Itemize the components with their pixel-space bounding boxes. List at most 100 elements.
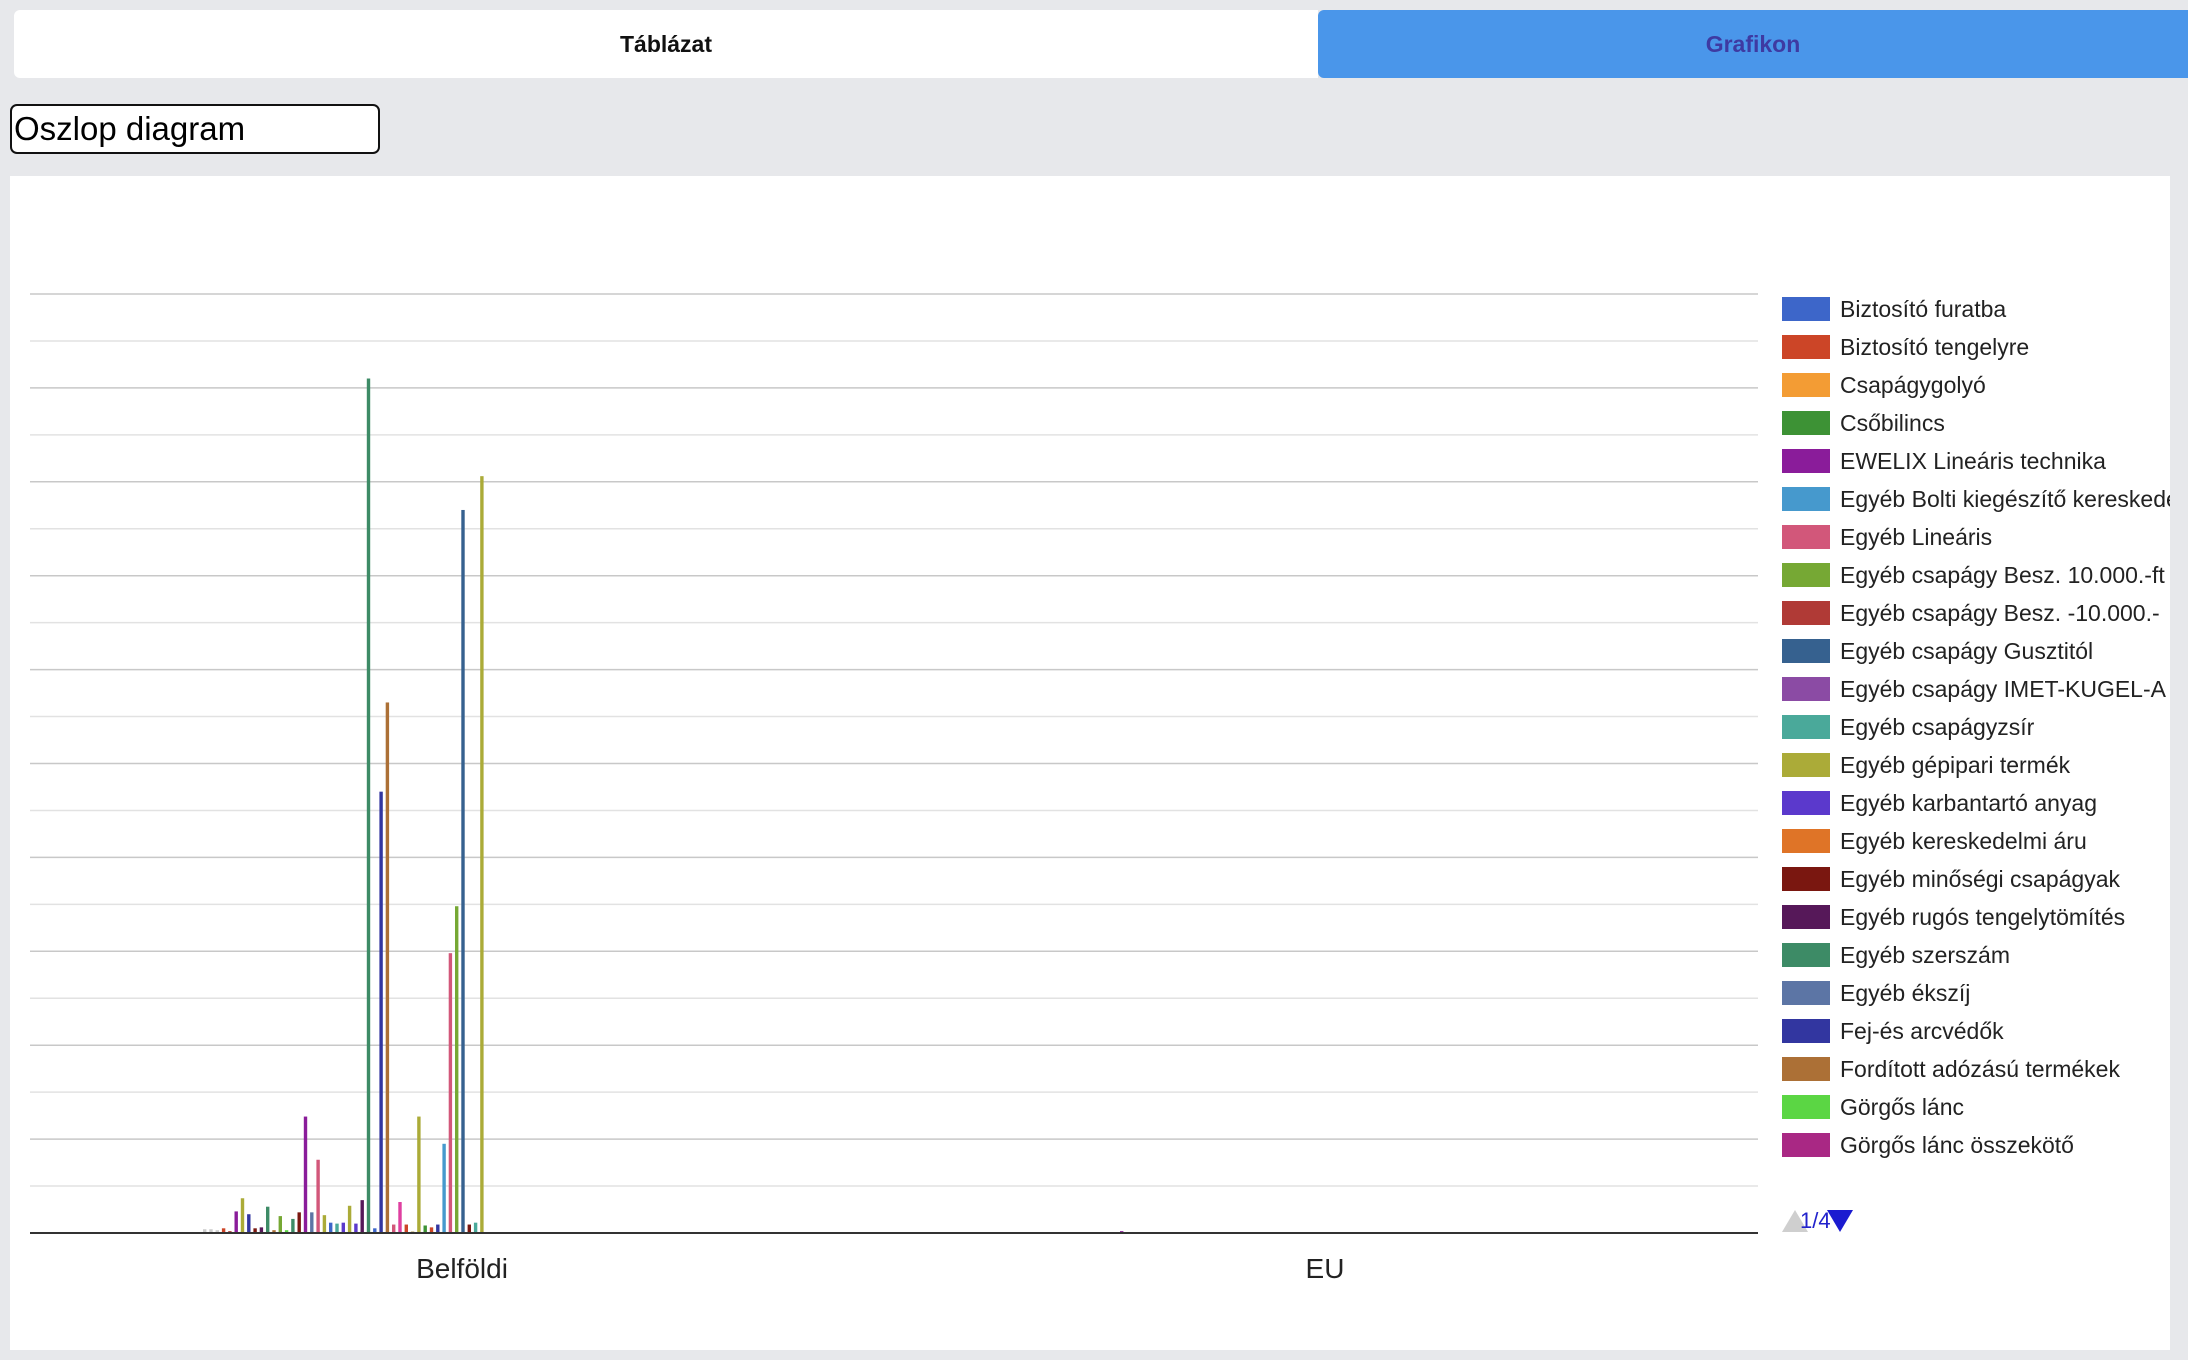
tab-chart[interactable]: Grafikon <box>1318 10 2188 78</box>
bar <box>448 953 453 1233</box>
bar <box>379 791 383 1233</box>
legend-label: EWELIX Lineáris technika <box>1840 447 2106 474</box>
legend-label: Egyéb ékszíj <box>1840 979 1971 1006</box>
legend-pager: 1/4 <box>1782 1206 1853 1236</box>
legend-label: Egyéb csapágy Besz. 10.000.-ft <box>1840 561 2165 588</box>
bar <box>316 1159 320 1233</box>
x-tick-label: EU <box>1306 1253 1345 1284</box>
bar <box>291 1218 295 1233</box>
bar <box>366 378 371 1233</box>
legend-item[interactable]: Egyéb gépipari termék <box>1782 746 2070 784</box>
legend-label: Biztosító furatba <box>1840 295 2007 322</box>
legend-swatch <box>1782 1019 1830 1043</box>
bar <box>341 1222 345 1233</box>
bar <box>461 509 465 1234</box>
bar <box>347 1205 352 1233</box>
bar <box>467 1224 471 1233</box>
bar <box>303 1116 308 1233</box>
legend-swatch <box>1782 411 1830 435</box>
legend-item[interactable]: Fordított adózású termékek <box>1782 1050 2120 1088</box>
bar <box>322 1215 327 1233</box>
legend-item[interactable]: Görgős lánc összekötő <box>1782 1126 2074 1164</box>
legend-item[interactable]: Egyéb kereskedelmi áru <box>1782 822 2087 860</box>
bar <box>240 1198 245 1233</box>
legend-label: Egyéb minőségi csapágyak <box>1840 865 2120 892</box>
legend-label: Fordított adózású termékek <box>1840 1055 2120 1082</box>
legend-label: Görgős lánc <box>1840 1093 1965 1120</box>
legend-swatch <box>1782 487 1830 511</box>
legend-swatch <box>1782 1133 1830 1157</box>
legend-label: Csapágygolyó <box>1840 371 1986 398</box>
bar <box>329 1222 333 1233</box>
legend-item[interactable]: Csapágygolyó <box>1782 366 1986 404</box>
legend-label: Egyéb Lineáris <box>1840 523 1993 550</box>
legend-label: Fej-és arcvédők <box>1840 1017 2004 1044</box>
legend-item[interactable]: Egyéb karbantartó anyag <box>1782 784 2097 822</box>
legend-swatch <box>1782 563 1830 587</box>
bar <box>278 1216 282 1233</box>
legend-swatch <box>1782 1095 1830 1119</box>
legend-item[interactable]: Biztosító furatba <box>1782 290 2006 328</box>
legend-label: Egyéb kereskedelmi áru <box>1840 827 2087 854</box>
legend-label: Egyéb karbantartó anyag <box>1840 789 2098 816</box>
legend-swatch <box>1782 715 1830 739</box>
legend-swatch <box>1782 677 1830 701</box>
legend-item[interactable]: Görgős lánc <box>1782 1088 1964 1126</box>
legend-item[interactable]: Egyéb csapágy Besz. 10.000.-ft <box>1782 556 2165 594</box>
legend-swatch <box>1782 525 1830 549</box>
bar <box>392 1224 396 1233</box>
legend-item[interactable]: Egyéb csapágy Besz. -10.000.- <box>1782 594 2160 632</box>
bar <box>266 1206 270 1233</box>
bar <box>436 1224 440 1233</box>
bar <box>335 1223 339 1233</box>
legend-item[interactable]: Egyéb ékszíj <box>1782 974 1970 1012</box>
legend-swatch <box>1782 373 1830 397</box>
legend-swatch <box>1782 829 1830 853</box>
bar <box>360 1200 364 1233</box>
legend-item[interactable]: Egyéb csapágyzsír <box>1782 708 2034 746</box>
tab-table[interactable]: Táblázat <box>14 10 1318 78</box>
legend-swatch <box>1782 753 1830 777</box>
chart-type-select[interactable]: Oszlop diagram <box>10 104 380 154</box>
legend-swatch <box>1782 981 1830 1005</box>
view-tabs: Táblázat Grafikon <box>14 10 2188 78</box>
bar <box>442 1143 446 1233</box>
legend-item[interactable]: Biztosító tengelyre <box>1782 328 2029 366</box>
legend-swatch <box>1782 791 1830 815</box>
legend-item[interactable]: Egyéb csapágy Gusztitól <box>1782 632 2093 670</box>
legend-label: Csőbilincs <box>1840 409 1945 436</box>
bar <box>234 1211 238 1233</box>
legend-label: Egyéb csapágyzsír <box>1840 713 2035 740</box>
bar <box>480 476 484 1233</box>
legend-label: Görgős lánc összekötő <box>1840 1131 2074 1158</box>
legend-label: Biztosító tengelyre <box>1840 333 2030 360</box>
legend-swatch <box>1782 1057 1830 1081</box>
legend-item[interactable]: Egyéb szerszám <box>1782 936 2010 974</box>
bar <box>417 1116 421 1233</box>
legend-swatch <box>1782 449 1830 473</box>
legend-item[interactable]: Egyéb rugós tengelytömítés <box>1782 898 2125 936</box>
legend-swatch <box>1782 297 1830 321</box>
legend-page-indicator: 1/4 <box>1800 1208 1831 1233</box>
bar <box>404 1224 408 1233</box>
legend-label: Egyéb csapágy Gusztitól <box>1840 637 2094 664</box>
legend-item[interactable]: EWELIX Lineáris technika <box>1782 442 2106 480</box>
chart-panel: Belföldi EU Biztosító furatba Biztosító te… <box>10 176 2170 1350</box>
bar <box>310 1212 314 1233</box>
bar <box>297 1212 301 1233</box>
legend-label: Egyéb szerszám <box>1840 941 2011 968</box>
legend-label: Egyéb rugós tengelytömítés <box>1840 903 2126 930</box>
bar <box>247 1214 251 1233</box>
legend-item[interactable]: Egyéb csapágy IMET-KUGEL-A <box>1782 670 2166 708</box>
legend-item[interactable]: Egyéb Bolti kiegészítő kereskedelmi <box>1782 480 2170 518</box>
legend-swatch <box>1782 335 1830 359</box>
legend-item[interactable]: Egyéb Lineáris <box>1782 518 1992 556</box>
legend-item[interactable]: Egyéb minőségi csapágyak <box>1782 860 2120 898</box>
legend-swatch <box>1782 905 1830 929</box>
bar <box>354 1223 358 1233</box>
bar <box>423 1225 427 1233</box>
legend-item[interactable]: Fej-és arcvédők <box>1782 1012 2004 1050</box>
legend-item[interactable]: Csőbilincs <box>1782 404 1945 442</box>
legend-label: Egyéb Bolti kiegészítő kereskedelmi <box>1840 485 2170 512</box>
legend-label: Egyéb csapágy IMET-KUGEL-A <box>1840 675 2166 702</box>
